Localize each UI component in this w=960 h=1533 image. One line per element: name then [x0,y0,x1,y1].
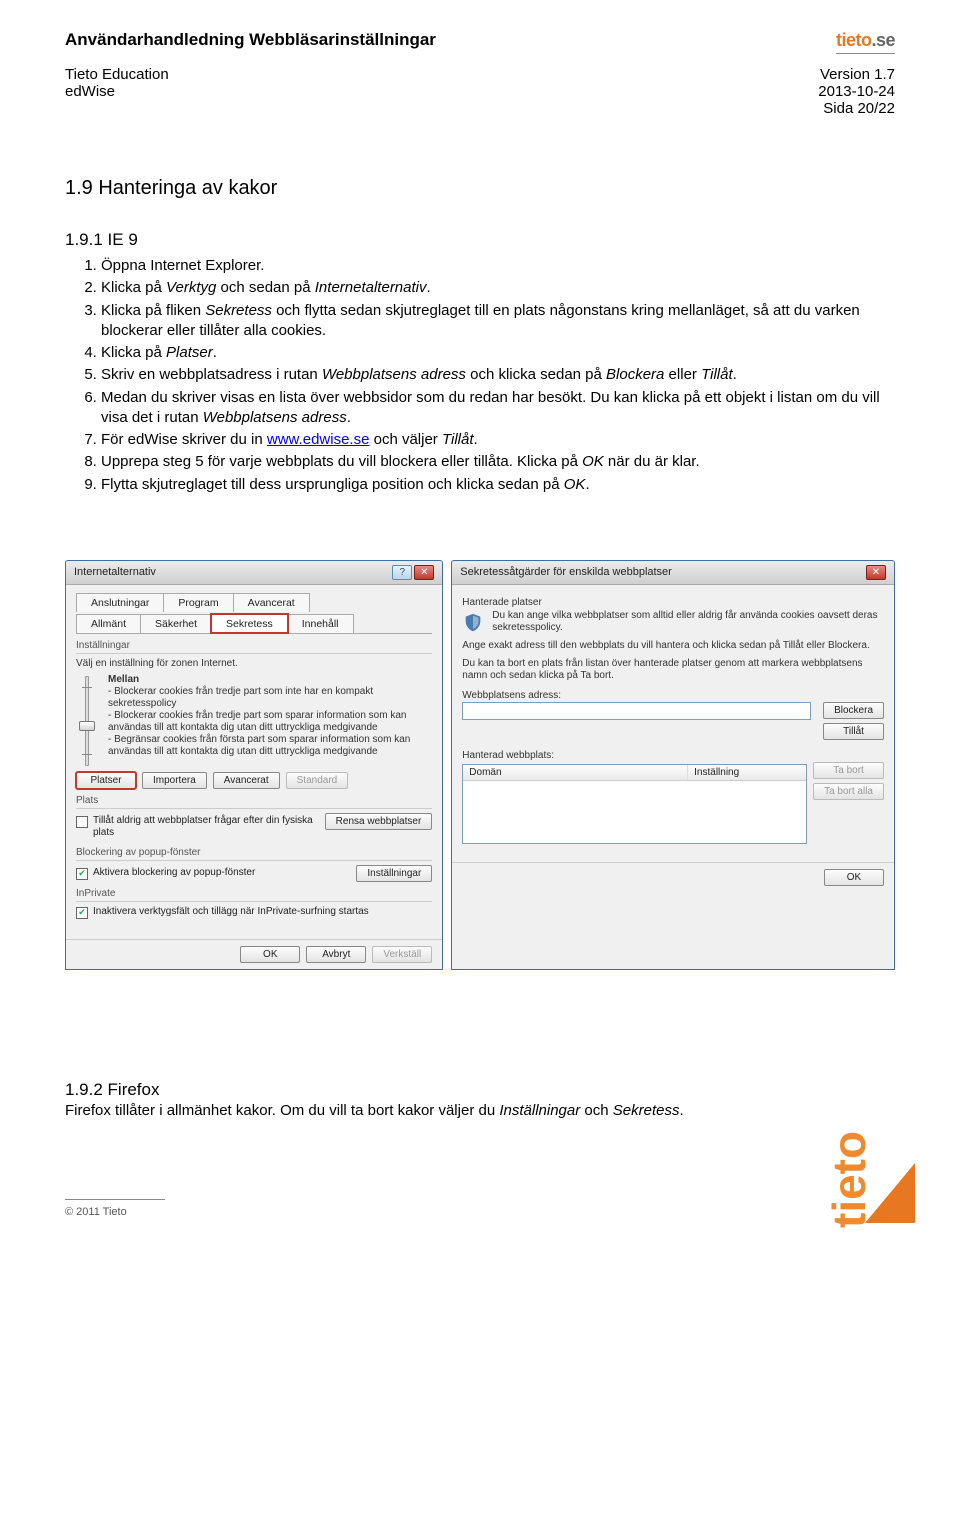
svg-text:tieto: tieto [823,1131,875,1228]
header-right-meta: Version 1.7 2013-10-24 Sida 20/22 [818,66,895,117]
ok-button[interactable]: OK [824,869,884,886]
tieto-logo-large: tieto [775,1068,915,1228]
list-item: Klicka på Verktyg och sedan på Interneta… [101,278,895,298]
intro-text: Du kan ange vilka webbplatser som alltid… [492,610,884,634]
ok-button[interactable]: OK [240,946,300,963]
standard-button: Standard [286,772,349,789]
avancerat-button[interactable]: Avancerat [213,772,280,789]
list-item: Upprepa steg 5 för varje webbplats du vi… [101,452,895,472]
popup-settings-button[interactable]: Inställningar [356,865,432,882]
header-page: Sida 20/22 [818,100,895,117]
firefox-heading: 1.9.2 Firefox [65,1080,895,1100]
list-item: Skriv en webbplatsadress i rutan Webbpla… [101,365,895,385]
tab-allmant[interactable]: Allmänt [76,614,141,633]
avbryt-button[interactable]: Avbryt [306,946,366,963]
platser-button[interactable]: Platser [76,772,136,789]
column-setting: Inställning [688,765,806,780]
logo-text-tld: .se [871,30,895,50]
list-item: Flytta skjutreglaget till dess ursprungl… [101,475,895,495]
close-icon[interactable]: ✕ [414,565,434,580]
popup-checkbox[interactable]: ✔ [76,868,88,880]
copyright: © 2011 Tieto [65,1206,895,1218]
website-address-input[interactable] [462,702,811,720]
column-domain: Domän [463,765,688,780]
privacy-slider[interactable] [76,674,98,766]
location-checkbox[interactable] [76,816,88,828]
tab-anslutningar[interactable]: Anslutningar [76,593,164,612]
tab-innehall[interactable]: Innehåll [287,614,354,633]
para2: Du kan ta bort en plats från listan över… [462,658,884,682]
popup-label: Blockering av popup-fönster [76,847,432,858]
rensa-webbplatser-button[interactable]: Rensa webbplatser [325,813,433,830]
subsection-heading: 1.9.1 IE 9 [65,230,895,250]
privacy-level: Mellan [108,674,432,686]
inprivate-checkbox[interactable]: ✔ [76,907,88,919]
tabort-button: Ta bort [813,762,884,779]
logo-text-brand: tieto [836,30,872,50]
zone-text: Välj en inställning för zonen Internet. [76,658,432,670]
privacy-sites-dialog: Sekretessåtgärder för enskilda webbplats… [451,560,895,970]
inprivate-label: InPrivate [76,888,432,899]
tabort-alla-button: Ta bort alla [813,783,884,800]
inprivate-checkbox-label: Inaktivera verktygsfält och tillägg när … [93,906,369,918]
settings-label: Inställningar [76,640,432,651]
internet-options-dialog: Internetalternativ ? ✕ Anslutningar Prog… [65,560,443,970]
list-item: Klicka på Platser. [101,343,895,363]
privacy-bullet: - Blockerar cookies från tredje part som… [108,710,432,734]
list-item: Klicka på fliken Sekretess och flytta se… [101,301,895,342]
tillat-button[interactable]: Tillåt [823,723,884,740]
address-label: Webbplatsens adress: [462,690,884,702]
header-date: 2013-10-24 [818,83,895,100]
header-left-meta: Tieto Education edWise [65,66,169,117]
page-title: Användarhandledning Webbläsarinställning… [65,30,436,50]
managed-sites-list[interactable]: Domän Inställning [462,764,807,844]
close-icon[interactable]: ✕ [866,565,886,580]
header-product: edWise [65,83,169,100]
tab-program[interactable]: Program [163,593,233,612]
dialog-title: Sekretessåtgärder för enskilda webbplats… [460,566,672,578]
shield-icon [462,612,484,634]
edwise-link[interactable]: www.edwise.se [267,431,370,448]
managed-sites-heading: Hanterade platser [462,597,884,608]
header-version: Version 1.7 [818,66,895,83]
firefox-text: Firefox tillåter i allmänhet kakor. Om d… [65,1102,895,1119]
privacy-bullet: - Blockerar cookies från tredje part som… [108,686,432,710]
tab-sakerhet[interactable]: Säkerhet [140,614,212,633]
privacy-bullet: - Begränsar cookies från första part som… [108,734,432,758]
importera-button[interactable]: Importera [142,772,207,789]
popup-checkbox-label: Aktivera blockering av popup-fönster [93,867,255,879]
list-item: För edWise skriver du in www.edwise.se o… [101,430,895,450]
section-heading: 1.9 Hanteringa av kakor [65,177,895,200]
list-item: Öppna Internet Explorer. [101,256,895,276]
header-org: Tieto Education [65,66,169,83]
help-icon[interactable]: ? [392,565,412,580]
para1: Ange exakt adress till den webbplats du … [462,640,884,652]
plats-label: Plats [76,795,432,806]
tab-sekretess[interactable]: Sekretess [211,614,288,633]
verkstall-button: Verkställ [372,946,432,963]
list-item: Medan du skriver visas en lista över web… [101,388,895,429]
managed-label: Hanterad webbplats: [462,750,884,762]
blockera-button[interactable]: Blockera [823,702,884,719]
steps-list: Öppna Internet Explorer. Klicka på Verkt… [83,256,895,495]
tab-avancerat[interactable]: Avancerat [233,593,310,612]
dialog-title: Internetalternativ [74,566,156,578]
brand-logo: tieto.se [836,30,895,54]
screenshot-row: Internetalternativ ? ✕ Anslutningar Prog… [65,560,895,970]
location-checkbox-label: Tillåt aldrig att webbplatser frågar eft… [93,815,317,839]
